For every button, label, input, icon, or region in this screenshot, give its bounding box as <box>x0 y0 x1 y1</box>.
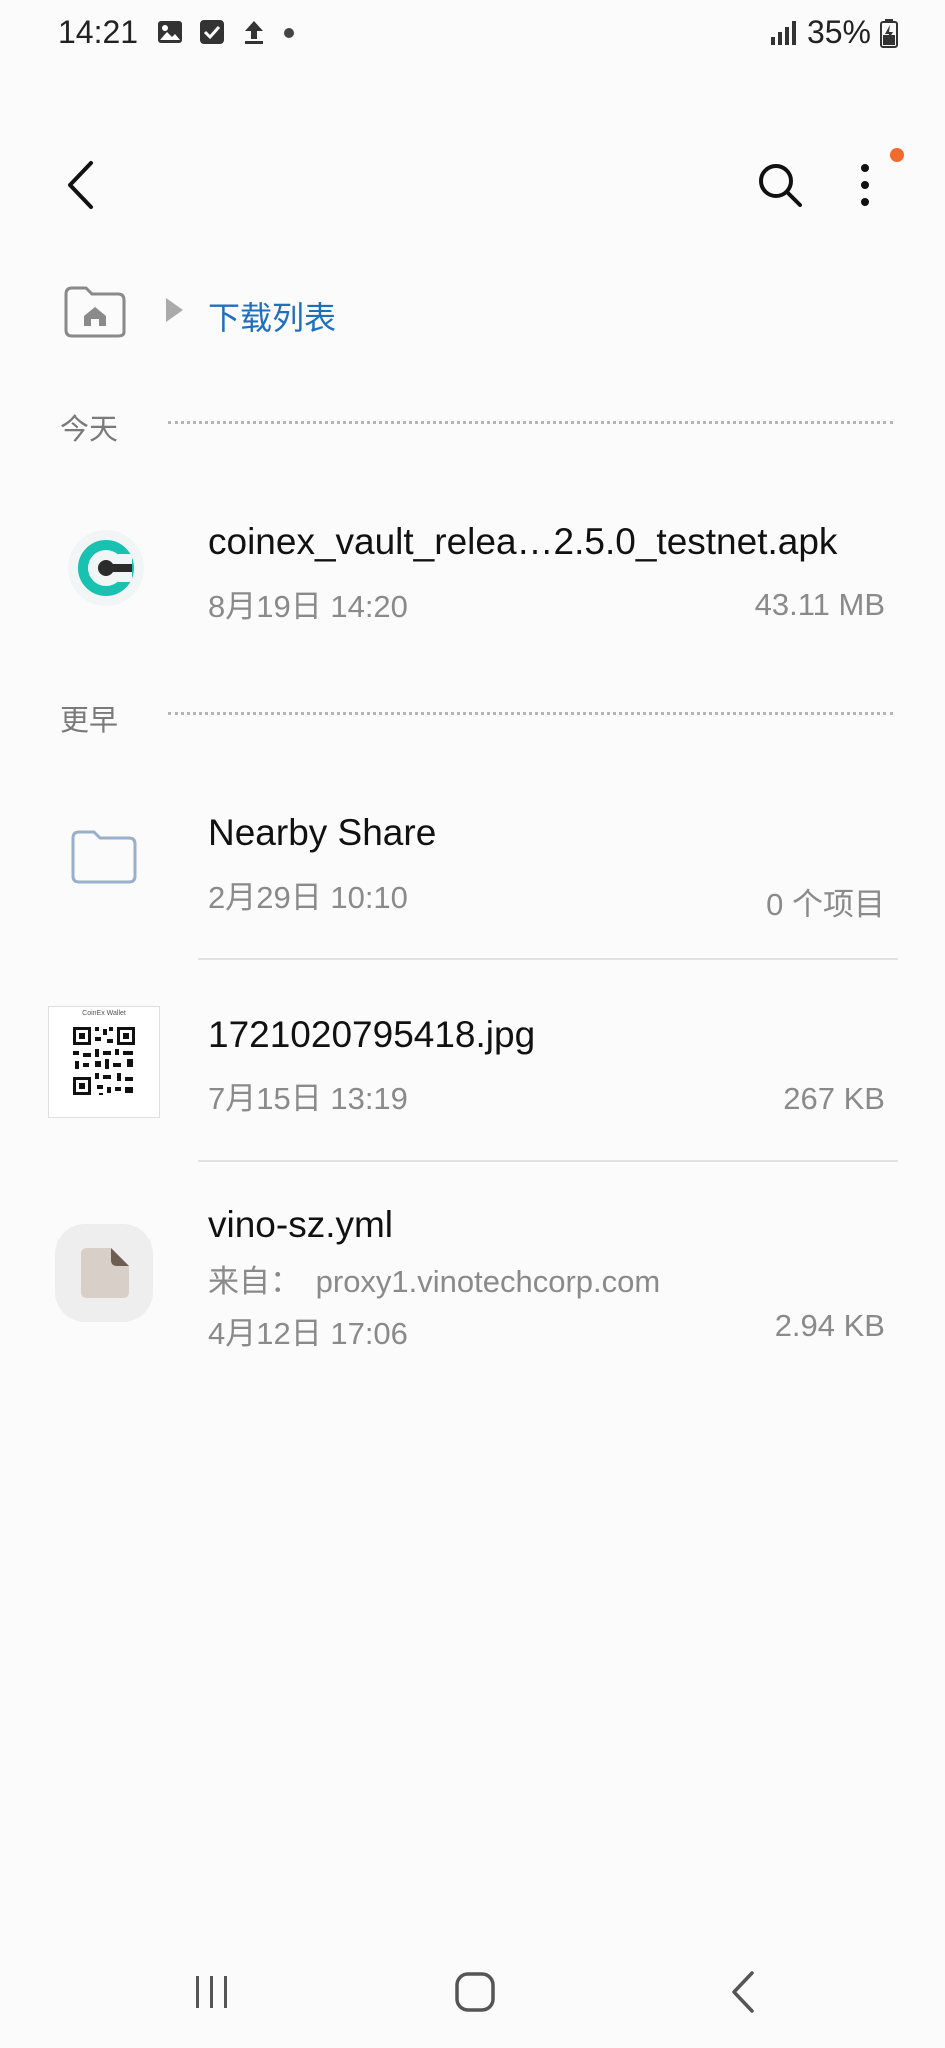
status-right: 35% <box>769 14 899 51</box>
breadcrumb-arrow-icon <box>163 296 185 329</box>
search-button[interactable] <box>745 150 815 220</box>
more-options-button[interactable] <box>835 150 895 220</box>
battery-percent: 35% <box>806 14 871 50</box>
file-date: 2月29日 10:10 <box>208 880 408 915</box>
row-divider <box>198 1160 898 1162</box>
folder-icon <box>70 828 138 886</box>
section-header-earlier: 更早 <box>60 705 119 737</box>
dot-icon <box>284 28 294 38</box>
file-size: 43.11 MB <box>754 587 885 622</box>
checkbox-icon <box>200 20 224 44</box>
image-icon <box>158 21 182 43</box>
upload-icon <box>245 21 263 44</box>
file-size: 267 KB <box>783 1081 885 1116</box>
section-divider <box>168 712 893 715</box>
back-arrow-icon <box>68 161 93 209</box>
coinex-app-icon <box>66 528 146 608</box>
battery-charging-icon <box>880 18 898 48</box>
home-folder-button[interactable] <box>62 284 128 340</box>
search-icon <box>759 164 802 207</box>
back-button[interactable] <box>50 150 110 220</box>
file-size: 2.94 KB <box>774 1308 885 1343</box>
file-name: vino-sz.yml <box>208 1204 394 1245</box>
file-date: 7月15日 13:19 <box>208 1081 408 1116</box>
more-vertical-icon <box>861 164 869 206</box>
file-row-folder[interactable] <box>0 795 945 955</box>
section-header-today: 今天 <box>60 414 119 446</box>
row-divider <box>198 958 898 960</box>
breadcrumb-current[interactable]: 下载列表 <box>208 293 336 339</box>
file-source-host: proxy1.vinotechcorp.com <box>315 1264 661 1299</box>
section-divider <box>168 421 893 424</box>
file-source: 来自： proxy1.vinotechcorp.com <box>208 1256 660 1301</box>
status-time: 14:21 <box>58 14 139 50</box>
nav-back-button[interactable] <box>698 1952 788 2032</box>
file-name: 1721020795418.jpg <box>208 1014 536 1055</box>
recents-button[interactable] <box>167 1952 257 2032</box>
home-button[interactable] <box>430 1952 520 2032</box>
document-icon <box>55 1224 153 1322</box>
notification-dot <box>890 148 904 162</box>
status-notification-icons <box>156 18 296 46</box>
file-source-label: 来自： <box>208 1264 301 1299</box>
signal-icon <box>770 20 796 45</box>
file-date: 8月19日 14:20 <box>208 589 408 624</box>
qr-thumbnail: CoinEx Wallet <box>48 1006 160 1118</box>
back-icon <box>732 1971 754 2013</box>
file-date: 4月12日 17:06 <box>208 1316 408 1351</box>
file-name: Nearby Share <box>208 812 437 853</box>
home-folder-icon <box>64 286 126 338</box>
recents-icon <box>196 1976 227 2008</box>
file-name: coinex_vault_relea…2.5.0_testnet.apk <box>208 521 838 562</box>
home-icon <box>455 1972 495 2012</box>
file-item-count: 0 个项目 <box>766 887 885 922</box>
